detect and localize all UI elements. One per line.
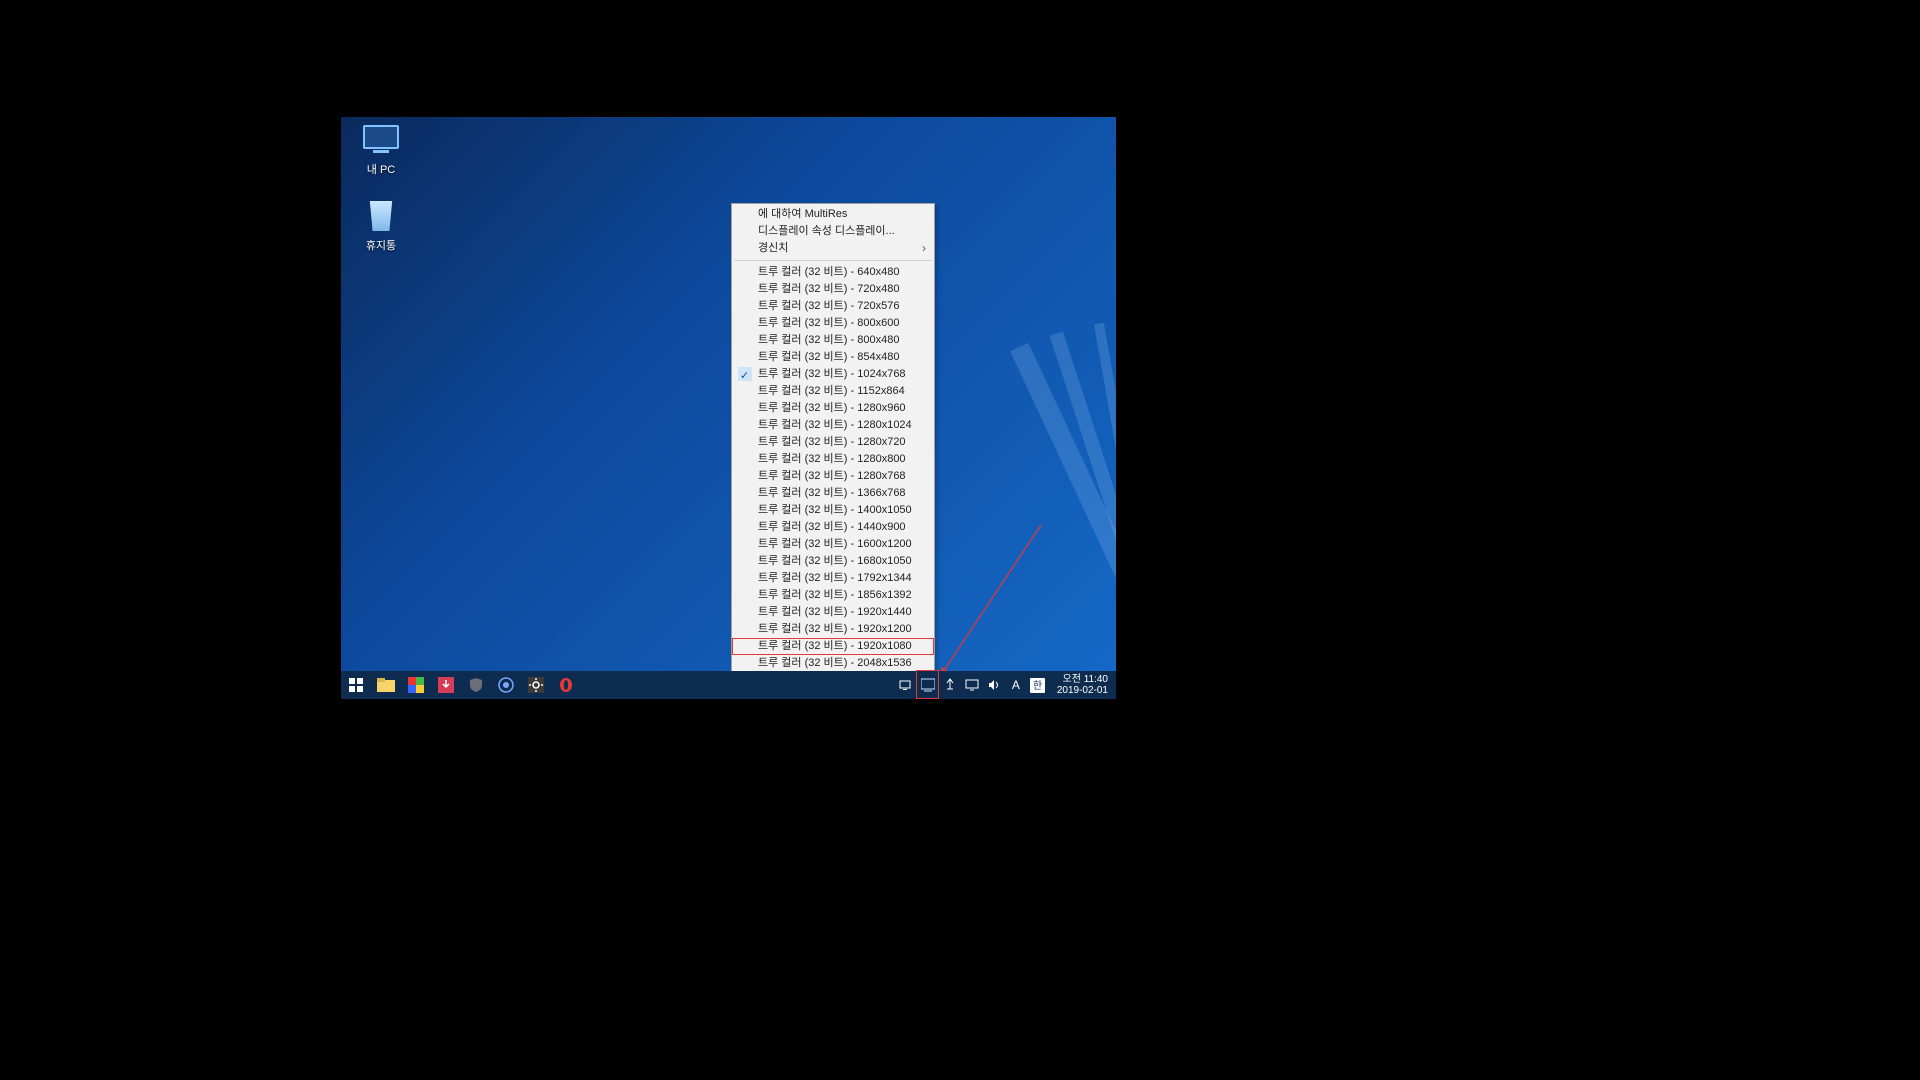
usb-icon: [941, 676, 959, 694]
menu-item-resolution-1920x1200[interactable]: 트루 컬러 (32 비트) - 1920x1200: [732, 621, 934, 638]
clock-time: 오전 11:40: [1057, 674, 1108, 686]
menu-item-resolution-640x480[interactable]: 트루 컬러 (32 비트) - 640x480: [732, 264, 934, 281]
taskbar: A 한 오전 11:40 2019-02-01: [341, 671, 1116, 699]
menu-item-resolution-720x576[interactable]: 트루 컬러 (32 비트) - 720x576: [732, 298, 934, 315]
menu-item-resolution-1280x768[interactable]: 트루 컬러 (32 비트) - 1280x768: [732, 468, 934, 485]
menu-item-resolution-1280x720[interactable]: 트루 컬러 (32 비트) - 1280x720: [732, 434, 934, 451]
menu-item-resolution-854x480[interactable]: 트루 컬러 (32 비트) - 854x480: [732, 349, 934, 366]
menu-item-resolution-1920x1440[interactable]: 트루 컬러 (32 비트) - 1920x1440: [732, 604, 934, 621]
desktop-icon-label: 내 PC: [349, 161, 413, 177]
menu-item-resolution-800x600[interactable]: 트루 컬러 (32 비트) - 800x600: [732, 315, 934, 332]
menu-item-resolution-1366x768[interactable]: 트루 컬러 (32 비트) - 1366x768: [732, 485, 934, 502]
menu-item-top-0[interactable]: 에 대하여 MultiRes: [732, 206, 934, 223]
menu-item-resolution-1280x960[interactable]: 트루 컬러 (32 비트) - 1280x960: [732, 400, 934, 417]
menu-item-resolution-1152x864[interactable]: 트루 컬러 (32 비트) - 1152x864: [732, 383, 934, 400]
menu-item-resolution-1920x1080[interactable]: 트루 컬러 (32 비트) - 1920x1080: [732, 638, 934, 655]
tray-usb[interactable]: [939, 671, 961, 699]
file-explorer-icon: [377, 676, 395, 694]
taskbar-opera[interactable]: [551, 671, 581, 699]
menu-item-resolution-2048x1536[interactable]: 트루 컬러 (32 비트) - 2048x1536: [732, 655, 934, 672]
tray-sound[interactable]: [983, 671, 1005, 699]
menu-item-resolution-1856x1392[interactable]: 트루 컬러 (32 비트) - 1856x1392: [732, 587, 934, 604]
clock-date: 2019-02-01: [1057, 685, 1108, 697]
menu-separator: [734, 260, 932, 261]
ime-han-icon: 한: [1029, 676, 1047, 694]
desktop-icon-label: 휴지통: [349, 237, 413, 253]
tray-ime-han[interactable]: 한: [1027, 671, 1049, 699]
multires-context-menu: 에 대하여 MultiRes디스플레이 속성 디스플레이...경신치트루 컬러 …: [731, 203, 935, 699]
sound-icon: [985, 676, 1003, 694]
ime-a-icon: A: [1007, 676, 1025, 694]
desktop-screen: 내 PC 휴지통 에 대하여 MultiRes디스플레이 속성 디스플레이...…: [341, 117, 1116, 699]
downloader-icon: [437, 676, 455, 694]
color-picker-icon: [407, 676, 425, 694]
taskbar-settings[interactable]: [521, 671, 551, 699]
opera-icon: [557, 676, 575, 694]
menu-item-resolution-1600x1200[interactable]: 트루 컬러 (32 비트) - 1600x1200: [732, 536, 934, 553]
tray-ime-a[interactable]: A: [1005, 671, 1027, 699]
menu-item-resolution-800x480[interactable]: 트루 컬러 (32 비트) - 800x480: [732, 332, 934, 349]
tray-network[interactable]: [895, 671, 917, 699]
recycle-bin-icon: [361, 201, 401, 233]
display-icon: [963, 676, 981, 694]
menu-item-resolution-1280x800[interactable]: 트루 컬러 (32 비트) - 1280x800: [732, 451, 934, 468]
annotation-arrow: [931, 515, 1061, 687]
desktop-icon-recycle-bin[interactable]: 휴지통: [349, 201, 413, 253]
menu-item-resolution-1440x900[interactable]: 트루 컬러 (32 비트) - 1440x900: [732, 519, 934, 536]
svg-text:한: 한: [1033, 680, 1042, 692]
desktop-icon-my-pc[interactable]: 내 PC: [349, 125, 413, 177]
taskbar-clock[interactable]: 오전 11:40 2019-02-01: [1049, 674, 1116, 697]
network-icon: [897, 676, 915, 694]
menu-item-top-2[interactable]: 경신치: [732, 240, 934, 257]
start-button[interactable]: [341, 671, 371, 699]
menu-item-top-1[interactable]: 디스플레이 속성 디스플레이...: [732, 223, 934, 240]
shield-icon: [467, 676, 485, 694]
menu-item-resolution-1792x1344[interactable]: 트루 컬러 (32 비트) - 1792x1344: [732, 570, 934, 587]
menu-item-resolution-1680x1050[interactable]: 트루 컬러 (32 비트) - 1680x1050: [732, 553, 934, 570]
taskbar-shield-app[interactable]: [461, 671, 491, 699]
computer-icon: [361, 125, 401, 157]
tray-multires[interactable]: [917, 671, 939, 699]
multires-icon: [919, 676, 937, 694]
menu-item-resolution-1024x768[interactable]: 트루 컬러 (32 비트) - 1024x768✓: [732, 366, 934, 383]
taskbar-downloader[interactable]: [431, 671, 461, 699]
menu-item-resolution-1280x1024[interactable]: 트루 컬러 (32 비트) - 1280x1024: [732, 417, 934, 434]
tray-display[interactable]: [961, 671, 983, 699]
menu-item-resolution-720x480[interactable]: 트루 컬러 (32 비트) - 720x480: [732, 281, 934, 298]
circle-app-icon: [497, 676, 515, 694]
taskbar-color-app[interactable]: [401, 671, 431, 699]
taskbar-circle-app[interactable]: [491, 671, 521, 699]
menu-item-resolution-1400x1050[interactable]: 트루 컬러 (32 비트) - 1400x1050: [732, 502, 934, 519]
settings-icon: [527, 676, 545, 694]
system-tray: A 한: [895, 671, 1049, 699]
taskbar-file-explorer[interactable]: [371, 671, 401, 699]
windows-logo-icon: [347, 676, 365, 694]
